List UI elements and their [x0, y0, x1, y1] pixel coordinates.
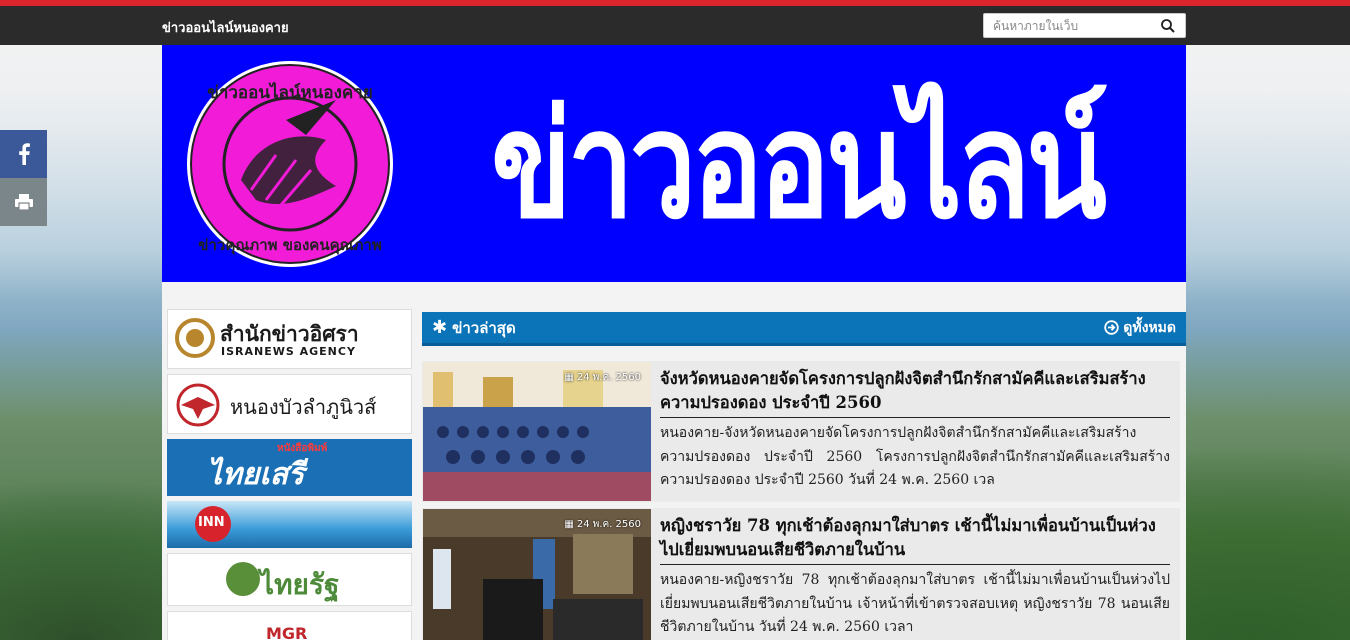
news-date: ▦ 24 พ.ค. 2560 — [564, 517, 641, 532]
ad-inn[interactable]: INN — [167, 501, 412, 548]
ad-isranews-sub: ISRANEWS AGENCY — [221, 345, 356, 358]
site-banner[interactable]: ข่าวออนไลน์หนองคาย ข่าวคุณภาพ ของคนคุณภา… — [162, 45, 1186, 501]
news-section-header: ✱ ข่าวล่าสุด ดูทั้งหมด — [422, 312, 1186, 346]
ad-nongbua-name: หนองบัวลำภูนิวส์ — [230, 395, 377, 419]
see-all-label: ดูทั้งหมด — [1123, 319, 1176, 336]
facebook-share-button[interactable] — [0, 130, 47, 178]
ad-thairath[interactable]: ไทยรัฐ — [167, 553, 412, 606]
news-thumbnail[interactable]: ▦ 24 พ.ค. 2560 — [423, 362, 651, 501]
latest-news-section: ✱ ข่าวล่าสุด ดูทั้งหมด ▦ 24 พ.ค. 2560 จั… — [422, 312, 1186, 640]
ad-nongbua-news[interactable]: หนองบัวลำภูนิวส์ — [167, 374, 412, 434]
ad-thairath-name: ไทยรัฐ — [260, 568, 340, 601]
search-input[interactable] — [984, 14, 1144, 37]
isranews-logo-icon — [175, 318, 215, 358]
calendar-icon: ▦ — [564, 519, 574, 530]
news-excerpt: หนองคาย-จังหวัดหนองคายจัดโครงการปลูกฝังจ… — [660, 425, 1170, 488]
site-name-link[interactable]: ข่าวออนไลน์หนองคาย — [162, 17, 289, 38]
sidebar-ads: สำนักข่าวอิศรา ISRANEWS AGENCY หนองบัวลำ… — [167, 309, 412, 640]
logo-bottom-text: ข่าวคุณภาพ ของคนคุณภาพ — [198, 236, 382, 255]
news-thumbnail[interactable]: ▦ 24 พ.ค. 2560 — [423, 509, 651, 640]
news-date-text: 24 พ.ค. 2560 — [576, 372, 641, 383]
search-box — [983, 13, 1186, 38]
news-title-link[interactable]: จังหวัดหนองคายจัดโครงการปลูกฝังจิตสำนึกร… — [660, 367, 1170, 418]
news-date-text: 24 พ.ค. 2560 — [576, 519, 641, 530]
thairath-logo-icon — [226, 562, 260, 596]
print-icon — [14, 194, 33, 211]
news-item[interactable]: ▦ 24 พ.ค. 2560 หญิงชราวัย 78 ทุกเช้าต้อง… — [422, 508, 1180, 640]
news-section-title-label: ข่าวล่าสุด — [452, 318, 516, 337]
ad-thaiseri-name: ไทยเสรี — [207, 457, 305, 492]
news-item[interactable]: ▦ 24 พ.ค. 2560 จังหวัดหนองคายจัดโครงการป… — [422, 361, 1180, 502]
site-logo: ข่าวออนไลน์หนองคาย ข่าวคุณภาพ ของคนคุณภา… — [187, 61, 393, 267]
news-title-link[interactable]: หญิงชราวัย 78 ทุกเช้าต้องลุกมาใส่บาตร เช… — [660, 514, 1170, 565]
ad-mgr[interactable]: MGR — [167, 611, 412, 640]
circle-arrow-right-icon — [1104, 320, 1119, 335]
banner-title: ข่าวออนไลน์หนองคาย — [491, 78, 1107, 502]
facebook-icon — [18, 143, 30, 165]
eagle-emblem-icon — [176, 383, 220, 427]
logo-top-text: ข่าวออนไลน์หนองคาย — [207, 82, 373, 103]
ad-mgr-name: MGR — [266, 624, 308, 640]
search-icon[interactable] — [1160, 18, 1176, 34]
asterisk-icon: ✱ — [432, 317, 448, 338]
news-excerpt: หนองคาย-หญิงชราวัย 78 ทุกเช้าต้องลุกมาใส… — [660, 572, 1170, 635]
print-button[interactable] — [0, 178, 47, 226]
social-share-bar — [0, 130, 47, 226]
ad-inn-name: INN — [198, 515, 225, 530]
ad-isranews[interactable]: สำนักข่าวอิศรา ISRANEWS AGENCY — [167, 309, 412, 369]
news-date: ▦ 24 พ.ค. 2560 — [564, 370, 641, 385]
calendar-icon: ▦ — [564, 372, 574, 383]
main-content: สำนักข่าวอิศรา ISRANEWS AGENCY หนองบัวลำ… — [162, 282, 1186, 640]
see-all-link[interactable]: ดูทั้งหมด — [1104, 317, 1176, 339]
ad-thaiseri[interactable]: หนังสือพิมพ์ ไทยเสรี — [167, 439, 412, 496]
news-section-title: ✱ ข่าวล่าสุด — [432, 316, 516, 340]
